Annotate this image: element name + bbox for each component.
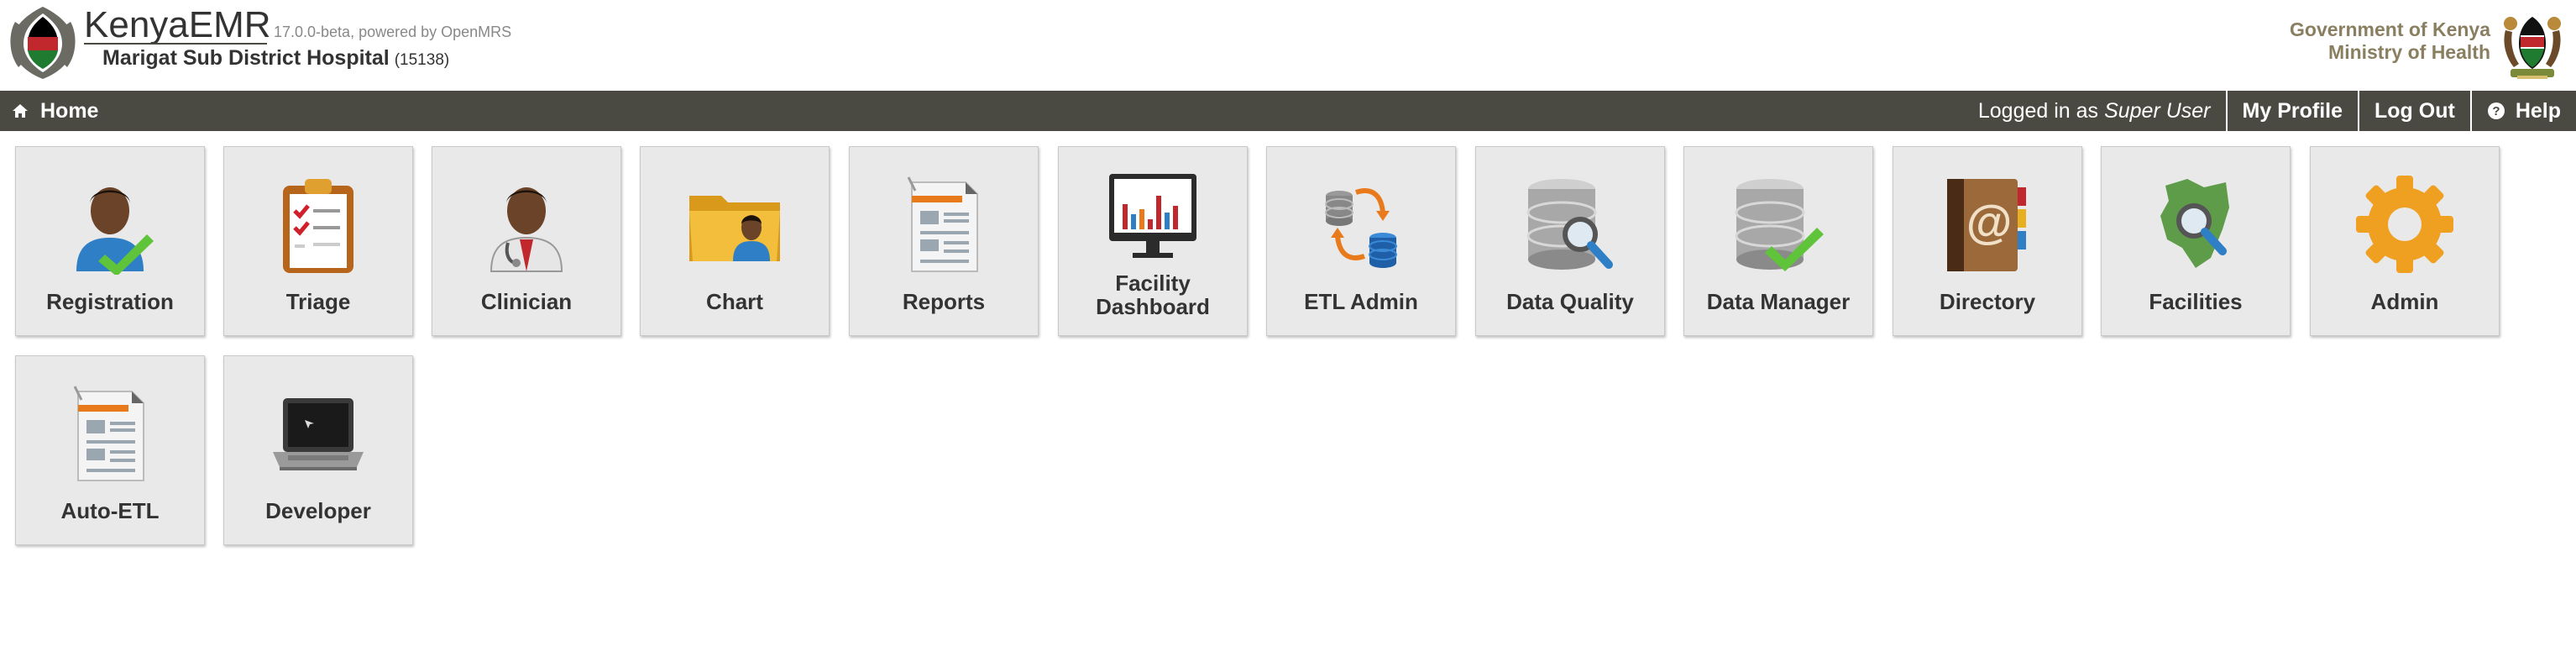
folder-icon (689, 196, 780, 261)
logged-in-status: Logged in as Super User (1963, 91, 2226, 131)
log-out-link[interactable]: Log Out (2358, 91, 2470, 131)
app-clinician[interactable]: Clinician (432, 146, 621, 336)
svg-text:?: ? (2492, 104, 2500, 118)
app-developer[interactable]: Developer (223, 355, 413, 545)
app-admin[interactable]: Admin (2310, 146, 2500, 336)
database-check-icon (1735, 179, 1824, 271)
app-label: Facility Dashboard (1096, 270, 1210, 319)
laptop-icon (273, 398, 364, 470)
app-auto-etl[interactable]: Auto-ETL (15, 355, 205, 545)
report-icon (907, 176, 978, 272)
map-search-icon (2160, 179, 2229, 268)
government-label: Government of Kenya Ministry of Health (2290, 18, 2490, 64)
database-sync-icon (1325, 188, 1397, 268)
app-chart[interactable]: Chart (640, 146, 830, 336)
gov-line-1: Government of Kenya (2290, 18, 2490, 40)
app-label: Directory (1939, 289, 2036, 314)
app-facility-dashboard[interactable]: Facility Dashboard (1058, 146, 1248, 336)
app-directory[interactable]: @ Directory (1893, 146, 2082, 336)
header: KenyaEMR 17.0.0-beta, powered by OpenMRS… (0, 0, 2576, 91)
app-label: Data Manager (1706, 289, 1851, 314)
app-label: Developer (265, 498, 371, 523)
logged-in-prefix: Logged in as (1977, 98, 2099, 123)
navbar: Home Logged in as Super User My Profile L… (0, 91, 2576, 131)
address-book-icon: @ (1947, 179, 2026, 271)
app-data-manager[interactable]: Data Manager (1683, 146, 1873, 336)
app-registration[interactable]: Registration (15, 146, 205, 336)
app-etl-admin[interactable]: ETL Admin (1266, 146, 1456, 336)
home-icon (13, 104, 28, 118)
gear-icon (2356, 176, 2453, 273)
clipboard-icon (283, 179, 353, 273)
app-label: Reports (902, 289, 986, 314)
nav-right: Logged in as Super User My Profile Log Ou… (1963, 91, 2576, 131)
report-icon (73, 386, 144, 481)
kenyaemr-logo[interactable] (5, 5, 81, 81)
my-profile-link[interactable]: My Profile (2225, 91, 2358, 131)
app-label: Facilities (2149, 289, 2243, 314)
home-label: Home (40, 98, 99, 123)
app-label: Auto-ETL (60, 498, 160, 523)
svg-text:@: @ (1966, 195, 2013, 248)
app-title: KenyaEMR (84, 4, 271, 45)
facility-name-text: Marigat Sub District Hospital (102, 46, 390, 70)
app-label: Registration (46, 289, 174, 314)
app-label: Triage (285, 289, 351, 314)
app-version: 17.0.0-beta, powered by OpenMRS (274, 24, 512, 40)
app-label: ETL Admin (1304, 289, 1418, 314)
app-triage[interactable]: Triage (223, 146, 413, 336)
help-icon: ? (2487, 102, 2505, 119)
coat-of-arms-icon (2504, 17, 2561, 79)
facility-code: (15138) (394, 51, 450, 69)
home-link[interactable]: Home (12, 91, 98, 131)
database-search-icon (1526, 179, 1613, 270)
app-label: Clinician (480, 289, 573, 314)
doctor-icon (490, 187, 563, 272)
app-label: Chart (706, 289, 763, 314)
app-label: Admin (2370, 289, 2439, 314)
facility-name: Marigat Sub District Hospital (15138) (102, 44, 449, 75)
monitor-chart-icon (1109, 174, 1196, 258)
current-user: Super User (2104, 98, 2211, 123)
help-label: Help (2515, 98, 2561, 123)
app-data-quality[interactable]: Data Quality (1475, 146, 1665, 336)
app-reports[interactable]: Reports (849, 146, 1039, 336)
app-facilities[interactable]: Facilities (2101, 146, 2291, 336)
app-label: Data Quality (1506, 289, 1634, 314)
patient-check-icon (76, 187, 154, 275)
help-link[interactable]: ? Help (2469, 91, 2576, 131)
gov-line-2: Ministry of Health (2328, 41, 2490, 63)
